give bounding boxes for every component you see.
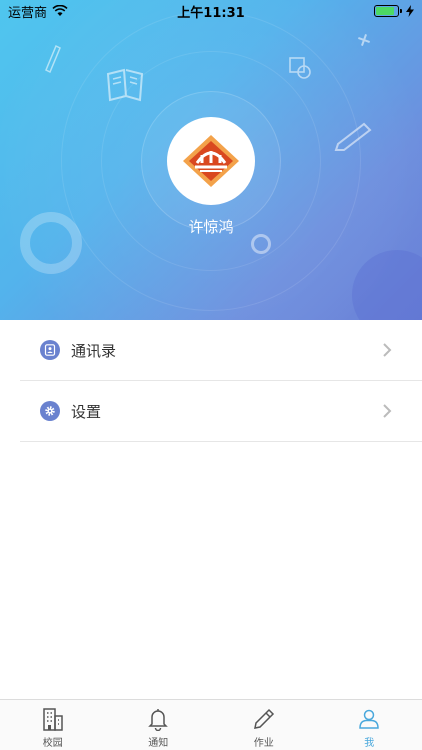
chevron-right-icon [383, 343, 392, 357]
battery-level [376, 7, 394, 15]
shapes-decoration-icon [289, 57, 311, 79]
tab-campus[interactable]: 校园 [0, 700, 106, 750]
pencil-icon [253, 708, 274, 729]
bell-icon [148, 709, 169, 731]
charging-bolt-icon [406, 5, 414, 17]
menu-item-label: 设置 [71, 402, 102, 421]
settings-gear-icon [40, 401, 60, 421]
tab-me[interactable]: 我 [317, 700, 422, 750]
battery-icon [374, 5, 402, 17]
tab-label: 作业 [253, 738, 274, 749]
tab-bar: 校园 通知 作业 我 [0, 699, 422, 750]
profile-menu: 通讯录 设置 [0, 320, 422, 442]
profile-header: 许惊鸿 [0, 0, 422, 320]
carrier-name: 运营商 [8, 5, 48, 21]
chevron-right-icon [383, 404, 392, 418]
person-icon [359, 709, 380, 729]
menu-item-label: 通讯录 [71, 341, 117, 360]
book-decoration-icon [106, 68, 144, 102]
building-icon [43, 708, 63, 731]
tab-notifications[interactable]: 通知 [106, 700, 212, 750]
wifi-icon [52, 5, 68, 16]
menu-item-contacts[interactable]: 通讯录 [20, 320, 422, 381]
tab-homework[interactable]: 作业 [211, 700, 317, 750]
tab-label: 通知 [148, 738, 169, 749]
circle-decoration [251, 234, 271, 254]
contacts-icon [40, 340, 60, 360]
avatar[interactable] [167, 117, 255, 205]
school-logo-icon [183, 135, 239, 187]
menu-item-settings[interactable]: 设置 [20, 381, 422, 442]
tab-label: 我 [364, 738, 375, 749]
pen-decoration-icon [334, 122, 372, 151]
user-name: 许惊鸿 [188, 218, 234, 236]
plus-decoration-icon [358, 34, 370, 46]
tab-label: 校园 [42, 738, 63, 749]
pencil-decoration-icon [45, 44, 61, 74]
status-bar: 运营商 上午11:31 [0, 0, 422, 22]
